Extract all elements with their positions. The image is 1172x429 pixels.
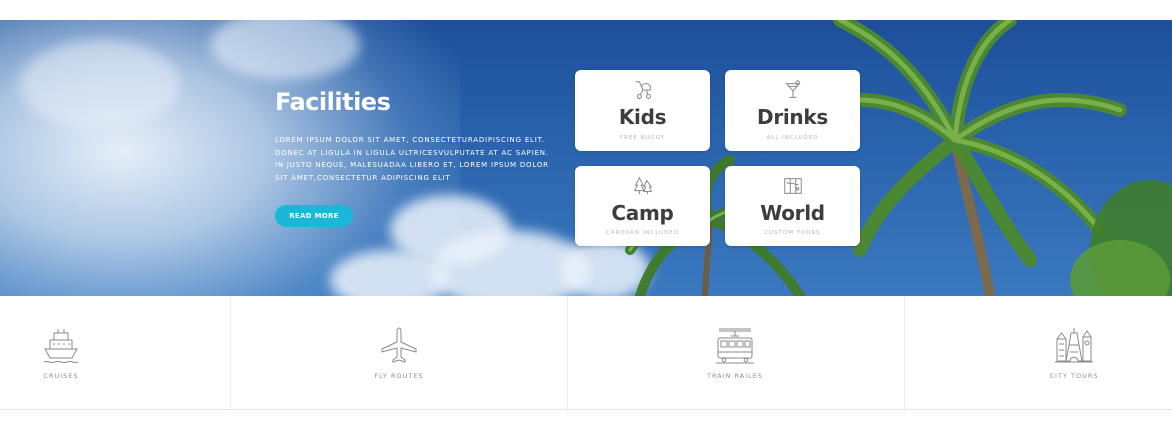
card-subtitle: ALL INCLUDED — [766, 135, 819, 141]
service-label: CITY TOURS — [1049, 372, 1099, 380]
facility-card-camp[interactable]: Camp CAROVAN INCLUDED — [575, 166, 710, 246]
ship-icon — [43, 329, 79, 364]
card-title: Drinks — [757, 105, 828, 129]
service-train-railes[interactable]: TRAIN RAILES — [567, 296, 904, 409]
facility-card-kids[interactable]: Kids FREE BUGGY — [575, 70, 710, 151]
card-title: Camp — [611, 201, 674, 225]
landmarks-icon — [1055, 328, 1093, 363]
read-more-button[interactable]: READ MORE — [275, 205, 353, 227]
facilities-description: LOREM IPSUM DOLOR SIT AMET, CONSECTETURA… — [275, 136, 549, 182]
card-subtitle: FREE BUGGY — [619, 135, 666, 141]
facilities-title: Facilities — [275, 88, 391, 116]
map-icon — [784, 178, 802, 194]
services-strip: CRUISES FLY ROUTES TRAIN RAILES CITY TOU… — [0, 296, 1172, 410]
service-city-tours[interactable]: CITY TOURS — [904, 296, 1172, 409]
facility-card-world[interactable]: World CUSTOM TOURS — [725, 166, 860, 246]
cocktail-icon — [785, 80, 801, 98]
card-title: World — [760, 201, 825, 225]
trees-icon — [633, 176, 653, 195]
card-subtitle: CUSTOM TOURS — [764, 230, 821, 236]
airplane-icon — [381, 327, 417, 363]
service-cruises[interactable]: CRUISES — [0, 296, 229, 409]
service-fly-routes[interactable]: FLY ROUTES — [230, 296, 567, 409]
card-subtitle: CAROVAN INCLUDED — [605, 230, 680, 236]
service-label: TRAIN RAILES — [707, 372, 763, 380]
train-icon — [716, 328, 754, 364]
top-bar — [0, 0, 1172, 20]
cloud — [20, 40, 180, 130]
card-title: Kids — [618, 105, 667, 129]
facility-card-drinks[interactable]: Drinks ALL INCLUDED — [725, 70, 860, 151]
stroller-icon — [635, 81, 652, 99]
facilities-hero: Facilities LOREM IPSUM DOLOR SIT AMET, C… — [0, 20, 1172, 296]
service-label: CRUISES — [43, 372, 79, 380]
service-label: FLY ROUTES — [374, 372, 424, 380]
palm-trees-background — [625, 20, 1172, 296]
